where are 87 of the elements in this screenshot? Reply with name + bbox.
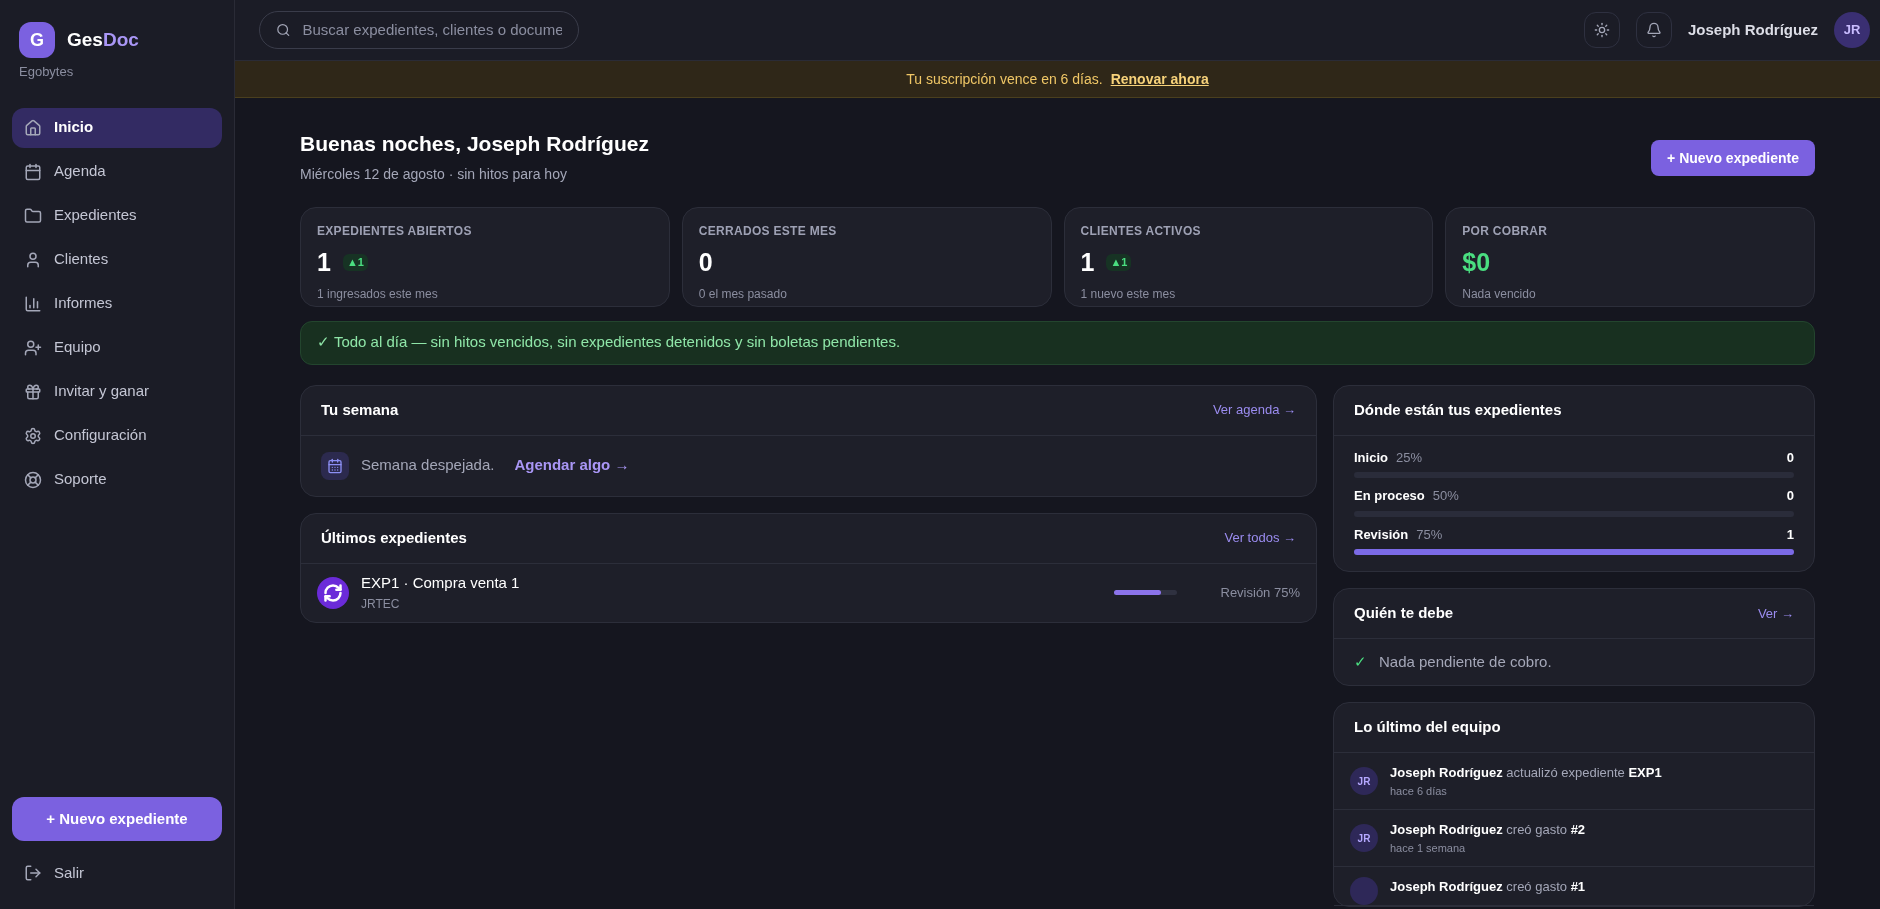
stage-name: Inicio <box>1354 448 1388 467</box>
banner-text: Tu suscripción vence en 6 días. <box>906 69 1103 89</box>
user-avatar <box>1350 877 1378 905</box>
case-title: EXP1 · Compra venta 1 <box>361 573 521 594</box>
case-status: Revisión 75% <box>1220 583 1300 602</box>
user-name: Joseph Rodríguez <box>1688 19 1818 40</box>
stage-percent: 25% <box>1395 448 1422 467</box>
card-link[interactable]: Ver agenda → <box>1212 400 1296 420</box>
logout-link[interactable]: Salir <box>12 853 222 893</box>
empty-debts-text: Nada pendiente de cobro. <box>1379 651 1552 672</box>
delta-badge: ▲1 <box>342 254 368 271</box>
gift-icon <box>24 382 42 401</box>
user-icon <box>24 250 42 269</box>
card-title: Lo último del equipo <box>1354 717 1501 738</box>
stage-percent: 50% <box>1432 487 1459 505</box>
stage-count: 0 <box>1786 487 1794 505</box>
case-row[interactable]: EXP1 · Compra venta 1 JRTEC Revisión 75% <box>301 563 1316 622</box>
theme-toggle-button[interactable] <box>1584 12 1620 48</box>
activity-time: hace 6 días <box>1390 783 1448 799</box>
activity-text: Joseph Rodríguez actualizó expediente EXP1 <box>1390 764 1662 782</box>
activity-text: Joseph Rodríguez creó gasto #2 <box>1390 821 1586 839</box>
user-avatar: JR <box>1350 767 1378 795</box>
logout-icon <box>24 864 42 882</box>
new-case-button[interactable]: + Nuevo expediente <box>1651 140 1815 176</box>
stat-caption: Nada vencido <box>1462 286 1537 303</box>
stat-label: CLIENTES ACTIVOS <box>1080 222 1202 240</box>
empty-week-text: Semana despejada. <box>361 455 495 476</box>
sidebar-item[interactable]: Expedientes <box>12 195 222 236</box>
card-title: Últimos expedientes <box>321 527 467 548</box>
schedule-link[interactable]: Agendar algo → <box>514 454 630 477</box>
notifications-button[interactable] <box>1636 12 1672 48</box>
calendar-icon <box>24 162 42 181</box>
settings-icon <box>24 426 42 445</box>
stage-name: En proceso <box>1354 487 1425 505</box>
sidebar-item[interactable]: Equipo <box>12 327 222 368</box>
case-client: JRTEC <box>361 595 401 613</box>
user-avatar: JR <box>1350 824 1378 852</box>
sidebar-item[interactable]: Configuración <box>12 415 222 456</box>
stat-value: $0 <box>1462 246 1491 278</box>
sidebar-item[interactable]: Agenda <box>12 151 222 192</box>
card-link[interactable]: Ver → <box>1757 603 1794 624</box>
stat-label: CERRADOS ESTE MES <box>698 222 838 240</box>
new-case-button[interactable]: + Nuevo expediente <box>12 797 222 841</box>
stat-caption: 1 ingresados este mes <box>317 286 439 303</box>
stat-label: EXPEDIENTES ABIERTOS <box>317 222 473 240</box>
sidebar-item[interactable]: Invitar y ganar <box>12 371 222 412</box>
stat-value: 0 <box>698 246 713 278</box>
stat-value: 1 <box>317 246 331 278</box>
stage-name: Revisión <box>1354 525 1409 544</box>
greeting-subtitle: Miércoles 12 de agosto · sin hitos para hoy <box>300 164 568 184</box>
stat-value: 1 <box>1080 246 1095 278</box>
sidebar-item[interactable]: Clientes <box>12 239 222 280</box>
sun-icon <box>1594 22 1610 38</box>
user-plus-icon <box>24 338 42 357</box>
home-icon <box>24 118 42 137</box>
organization-name: Egobytes <box>18 63 75 81</box>
logo-mark: G <box>19 22 55 58</box>
card-title: Dónde están tus expedientes <box>1354 399 1562 420</box>
check-mark: ✓ <box>1354 651 1367 672</box>
stat-caption: 0 el mes pasado <box>698 286 788 303</box>
bell-icon <box>1646 22 1662 38</box>
sidebar-item[interactable]: Inicio <box>12 107 222 148</box>
delta-badge: ▲1 <box>1106 254 1132 271</box>
stat-caption: 1 nuevo este mes <box>1080 286 1177 303</box>
greeting-title: Buenas noches, Joseph Rodríguez <box>300 131 649 157</box>
renew-link[interactable]: Renovar ahora <box>1110 68 1209 90</box>
card-title: Tu semana <box>321 399 399 420</box>
stat-label: POR COBRAR <box>1462 222 1549 240</box>
sidebar-item[interactable]: Informes <box>12 283 222 324</box>
sidebar-item[interactable]: Soporte <box>12 459 222 500</box>
activity-time: hace 1 semana <box>1390 840 1467 856</box>
bar-chart-icon <box>24 294 42 313</box>
brand-name: GesDoc <box>67 27 139 52</box>
folder-icon <box>24 206 42 225</box>
user-avatar[interactable]: JR <box>1834 12 1870 48</box>
stage-count: 1 <box>1786 525 1794 544</box>
status-alert: ✓ Todo al día — sin hitos vencidos, sin expedientes detenidos y sin boletas pendientes. <box>300 320 1815 365</box>
search-input[interactable]: Buscar expedientes, clientes o docume <box>302 18 562 42</box>
search-icon <box>276 22 291 38</box>
stage-percent: 75% <box>1416 525 1443 544</box>
client-logo <box>317 576 349 609</box>
lifebuoy-icon <box>24 470 42 489</box>
card-title: Quién te debe <box>1354 603 1454 624</box>
activity-text: Joseph Rodríguez creó gasto #1 <box>1390 878 1586 896</box>
stage-count: 0 <box>1786 448 1794 467</box>
card-link[interactable]: Ver todos → <box>1224 528 1296 548</box>
calendar-icon <box>321 451 349 480</box>
